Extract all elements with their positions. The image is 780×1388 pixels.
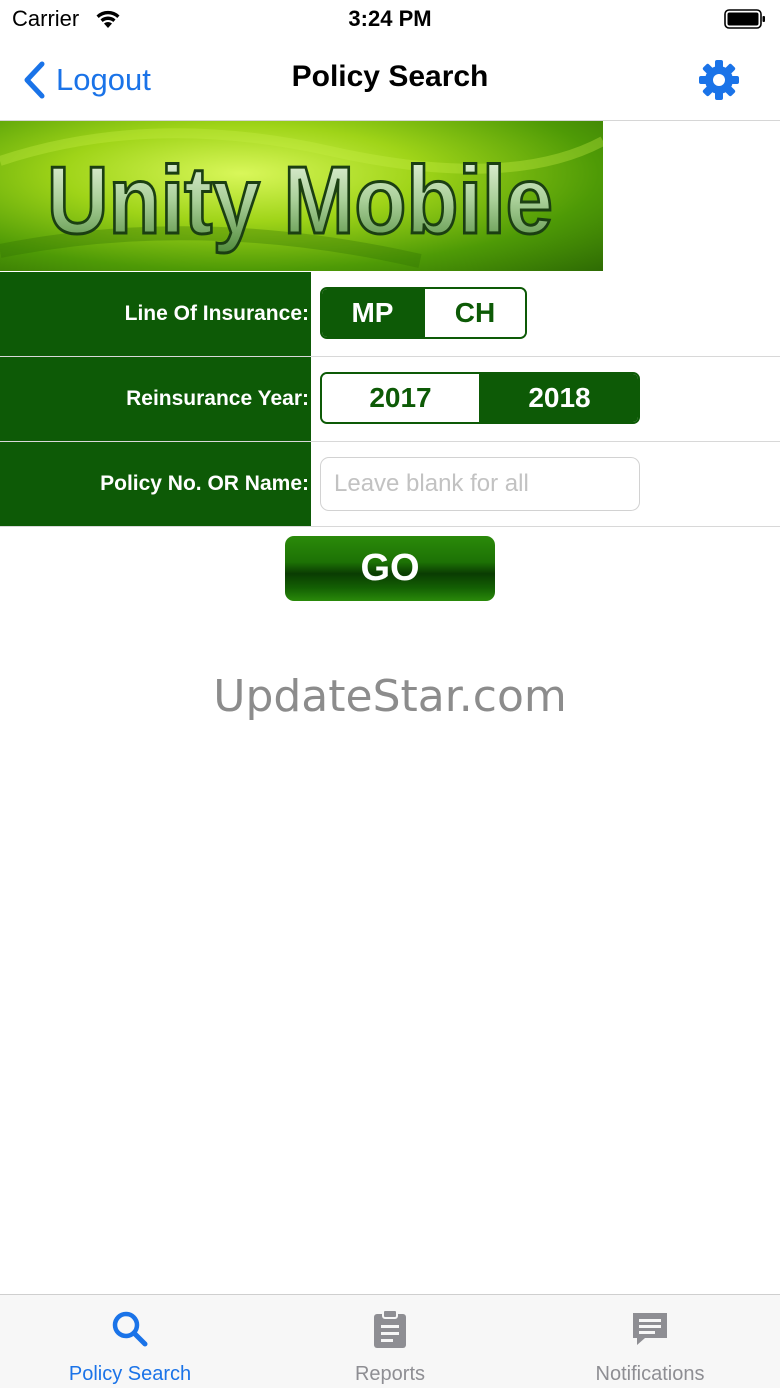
- page-title: Policy Search: [291, 60, 489, 93]
- banner-logo: Unity Mobile: [0, 128, 603, 268]
- line-of-insurance-segmented-control[interactable]: MP CH: [320, 287, 527, 339]
- segment-2018[interactable]: 2018: [479, 374, 638, 422]
- tab-notifications[interactable]: Notifications: [520, 1295, 780, 1388]
- gear-icon[interactable]: [698, 59, 740, 101]
- line-of-insurance-label: Line Of Insurance:: [124, 302, 309, 325]
- navigation-bar: Logout Policy Search: [0, 40, 780, 121]
- policy-search-input[interactable]: [320, 457, 640, 511]
- reinsurance-year-row: Reinsurance Year: 2017 2018: [0, 357, 780, 442]
- tab-policy-search[interactable]: Policy Search: [0, 1295, 260, 1388]
- tab-notifications-label: Notifications: [595, 1363, 705, 1385]
- policy-label: Policy No. OR Name:: [100, 472, 309, 495]
- banner-text: Unity Mobile: [47, 147, 553, 254]
- go-button[interactable]: GO: [285, 536, 495, 601]
- search-icon: [112, 1311, 148, 1347]
- reinsurance-year-label: Reinsurance Year:: [126, 387, 309, 410]
- tab-policy-search-label: Policy Search: [68, 1363, 192, 1385]
- segment-ch[interactable]: CH: [422, 289, 525, 337]
- status-bar: Carrier 3:24 PM: [0, 0, 780, 40]
- line-of-insurance-row: Line Of Insurance: MP CH: [0, 272, 780, 357]
- reinsurance-year-segmented-control[interactable]: 2017 2018: [320, 372, 640, 424]
- policy-row: Policy No. OR Name:: [0, 442, 780, 527]
- clipboard-icon: [374, 1309, 406, 1348]
- watermark-text: UpdateStar.com: [213, 671, 567, 722]
- tab-bar: Policy Search Reports Notifications: [0, 1294, 780, 1388]
- battery-icon: [724, 9, 765, 29]
- segment-2017[interactable]: 2017: [322, 374, 479, 422]
- tab-reports[interactable]: Reports: [260, 1295, 520, 1388]
- tab-reports-label: Reports: [354, 1363, 426, 1385]
- status-time: 3:24 PM: [348, 6, 432, 31]
- unity-mobile-banner: Unity Mobile: [0, 121, 603, 271]
- chat-bubble-icon: [633, 1313, 667, 1345]
- segment-mp[interactable]: MP: [322, 289, 423, 337]
